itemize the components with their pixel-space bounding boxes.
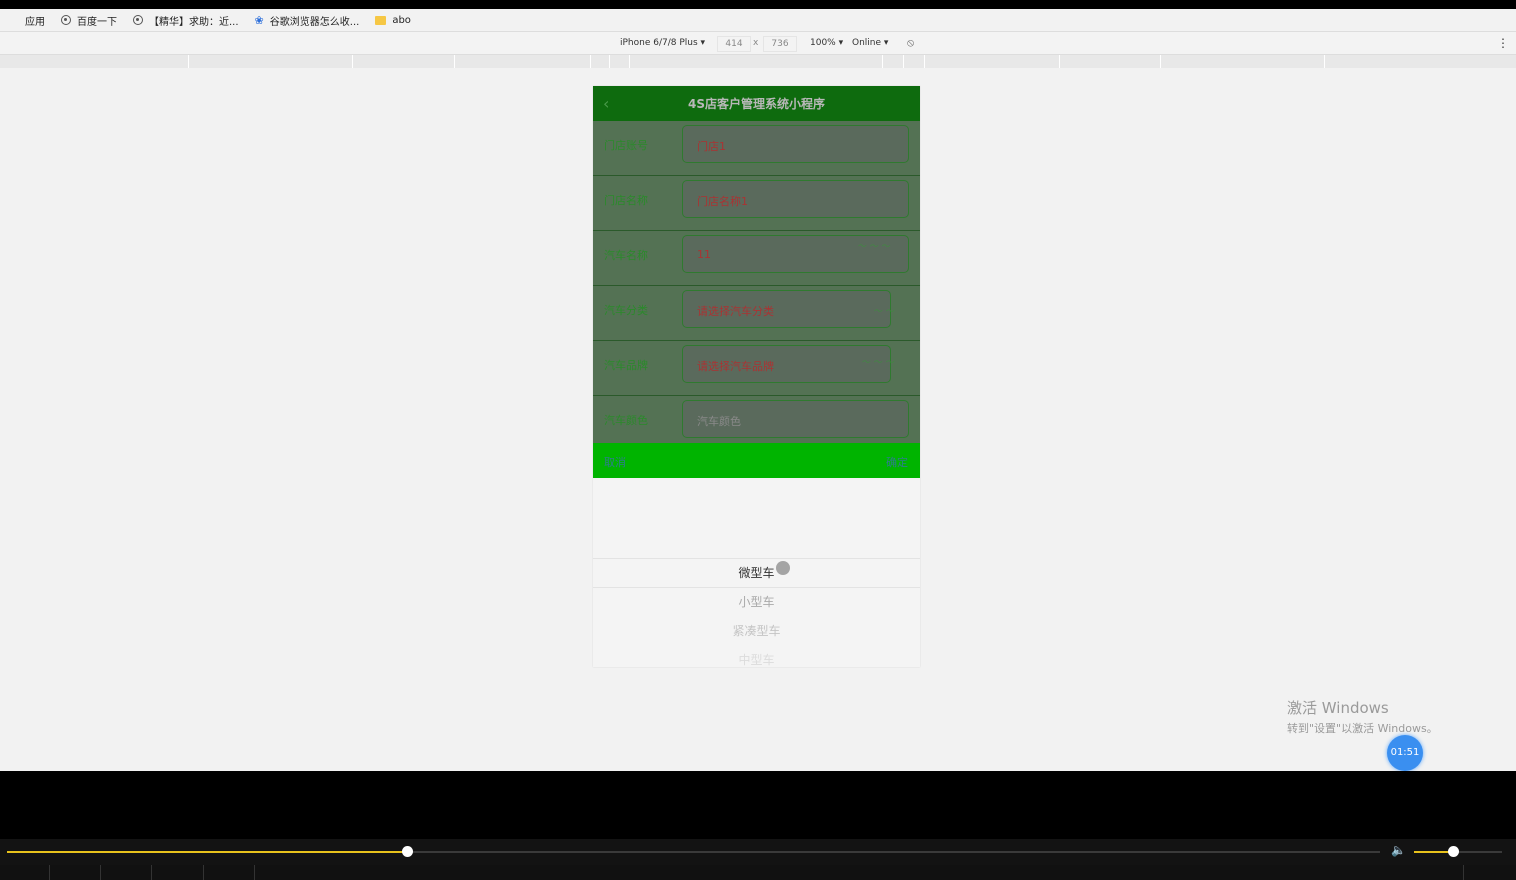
phone-screen: ‹ 4S店客户管理系统小程序 门店账号 门店1 门店名称 门店名称1 汽车名称 … [593, 86, 920, 667]
field-value: 门店1 [697, 140, 726, 153]
field-value: 请选择汽车品牌 [697, 360, 774, 373]
bookmark-folder-abo[interactable]: abo [367, 9, 419, 31]
device-toolbar: iPhone 6/7/8 Plus ▾ 414 x 736 100% ▾ Onl… [0, 31, 1516, 55]
bookmark-chrome[interactable]: ❀ 谷歌浏览器怎么收... [247, 9, 368, 31]
field-label: 汽车品牌 [604, 359, 648, 372]
bookmark-help[interactable]: 【精华】求助：近... [125, 9, 247, 31]
bookmark-label: 百度一下 [77, 16, 117, 28]
form-row-store-account: 门店账号 门店1 [593, 121, 920, 176]
field-value: 门店名称1 [697, 195, 748, 208]
car-brand-select[interactable]: 请选择汽车品牌 [682, 345, 891, 383]
apps-icon [8, 15, 19, 26]
folder-icon [375, 15, 387, 25]
watermark-title: 激活 Windows [1287, 699, 1389, 717]
form-row-car-name: 汽车名称 11 ～ ～ ～ [593, 231, 920, 286]
field-value: 请选择汽车分类 [697, 305, 774, 318]
picker-selection-bottom-line [593, 587, 920, 588]
device-height-input[interactable]: 736 [763, 36, 797, 52]
picker-selection-top-line [593, 558, 920, 559]
field-value: 汽车颜色 [697, 415, 741, 428]
zoom-select[interactable]: 100% ▾ [810, 38, 843, 48]
field-label: 汽车颜色 [604, 414, 648, 427]
network-throttle-select[interactable]: Online ▾ [852, 38, 888, 48]
form-overlay: 门店账号 门店1 门店名称 门店名称1 汽车名称 11 ～ ～ ～ 汽车分类 请… [593, 121, 920, 443]
taskbar-strip [0, 865, 1516, 880]
device-select[interactable]: iPhone 6/7/8 Plus ▾ [620, 38, 705, 48]
field-label: 门店名称 [604, 194, 648, 207]
rotate-icon[interactable]: ⦸ [907, 36, 914, 50]
windows-activation-watermark: 激活 Windows 转到"设置"以激活 Windows。 [1287, 697, 1438, 736]
seek-handle[interactable] [402, 846, 413, 857]
category-picker[interactable]: 微型车 小型车 紧凑型车 中型车 [593, 478, 920, 667]
volume-handle[interactable] [1448, 846, 1459, 857]
picker-option[interactable]: 小型车 [593, 593, 920, 610]
picker-option[interactable]: 紧凑型车 [593, 622, 920, 639]
bookmark-baidu[interactable]: 百度一下 [53, 9, 125, 31]
seek-progress [7, 851, 407, 853]
picker-option[interactable]: 中型车 [593, 651, 920, 667]
bookmark-label: 应用 [25, 16, 45, 28]
media-query-ruler [0, 55, 1516, 69]
bookmark-label: 谷歌浏览器怎么收... [269, 16, 360, 28]
more-options-icon[interactable]: ⋮ [1497, 36, 1509, 50]
recording-timer-badge[interactable]: 01:51 [1387, 735, 1423, 771]
navigation-bar: ‹ 4S店客户管理系统小程序 [593, 86, 920, 121]
car-category-select[interactable]: 请选择汽车分类 [682, 290, 891, 328]
watermark-subtitle: 转到"设置"以激活 Windows。 [1287, 722, 1438, 735]
bookmark-label: abo [392, 14, 411, 26]
form-row-store-name: 门店名称 门店名称1 [593, 176, 920, 231]
scribble-decoration: ～ ～ ～ [861, 358, 894, 368]
globe-icon [133, 15, 143, 25]
field-value: 11 [697, 248, 711, 261]
page-title: 4S店客户管理系统小程序 [688, 97, 825, 111]
field-label: 汽车名称 [604, 249, 648, 262]
touch-cursor-icon [776, 561, 790, 575]
bookmark-label: 【精华】求助：近... [149, 16, 239, 28]
scribble-decoration: ～ ～ ～ [857, 242, 890, 252]
screen-top-bar [0, 0, 1516, 9]
field-label: 门店账号 [604, 139, 648, 152]
picker-option[interactable]: 微型车 [593, 564, 920, 581]
bookmarks-bar: 应用 百度一下 【精华】求助：近... ❀ 谷歌浏览器怎么收... abo [0, 9, 1516, 31]
bookmark-apps[interactable]: 应用 [0, 9, 53, 31]
device-width-input[interactable]: 414 [717, 36, 751, 52]
form-row-car-brand: 汽车品牌 请选择汽车品牌 ～ ～ ～ [593, 341, 920, 396]
globe-icon [61, 15, 71, 25]
picker-cancel-button[interactable]: 取消 [604, 454, 626, 470]
scribble-decoration: ～ ～ [873, 307, 894, 317]
picker-confirm-button[interactable]: 确定 [886, 454, 908, 470]
store-name-input[interactable]: 门店名称1 [682, 180, 909, 218]
dimension-separator: x [753, 38, 759, 48]
paw-icon: ❀ [254, 13, 264, 27]
store-account-input[interactable]: 门店1 [682, 125, 909, 163]
car-color-input[interactable]: 汽车颜色 [682, 400, 909, 438]
form-row-car-category: 汽车分类 请选择汽车分类 ～ ～ [593, 286, 920, 341]
field-label: 汽车分类 [604, 304, 648, 317]
volume-icon[interactable]: 🔈 [1391, 843, 1406, 857]
picker-toolbar: 取消 确定 [593, 443, 920, 478]
